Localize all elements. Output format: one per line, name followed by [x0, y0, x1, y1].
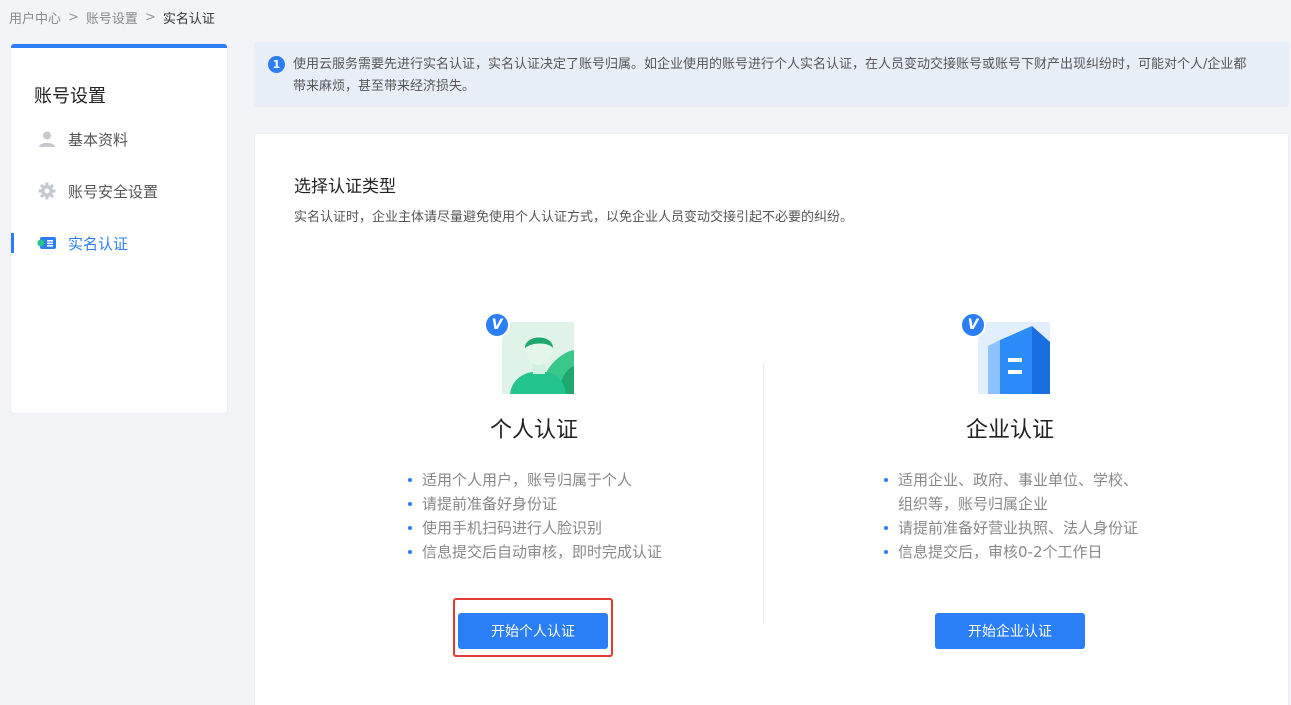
start-personal-verification-button[interactable]: 开始个人认证 — [458, 613, 608, 649]
breadcrumb: 用户中心 > 账号设置 > 实名认证 — [9, 8, 215, 27]
sidebar-accent-bar — [11, 44, 227, 48]
list-item: 信息提交后自动审核，即时完成认证 — [406, 540, 662, 564]
enterprise-title: 企业认证 — [965, 418, 1054, 443]
gear-icon — [37, 181, 57, 201]
sidebar-item-basic-info[interactable]: 基本资料 — [11, 114, 227, 164]
verification-type-card: 选择认证类型 实名认证时，企业主体请尽量避免使用个人认证方式，以免企业人员变动交… — [254, 133, 1289, 705]
info-notice: 1 使用云服务需要先进行实名认证，实名认证决定了账号归属。如企业使用的账号进行个… — [254, 42, 1289, 107]
personal-verification-option: V 个人认证 适用个人用户，账号归属于个人 请提前准备好身份证 使用手机扫码进行… — [364, 312, 704, 564]
verified-badge-icon: V — [484, 312, 510, 338]
breadcrumb-user-center[interactable]: 用户中心 — [9, 8, 61, 27]
breadcrumb-account-settings[interactable]: 账号设置 — [86, 8, 138, 27]
personal-features-list: 适用个人用户，账号归属于个人 请提前准备好身份证 使用手机扫码进行人脸识别 信息… — [406, 468, 662, 564]
list-item: 适用个人用户，账号归属于个人 — [406, 468, 662, 492]
id-card-icon — [37, 233, 57, 253]
info-icon: 1 — [268, 56, 285, 73]
personal-title: 个人认证 — [489, 418, 578, 443]
start-enterprise-verification-button[interactable]: 开始企业认证 — [935, 613, 1085, 649]
list-item: 使用手机扫码进行人脸识别 — [406, 516, 662, 540]
list-item: 适用企业、政府、事业单位、学校、 — [882, 468, 1138, 492]
enterprise-features-list: 适用企业、政府、事业单位、学校、 组织等，账号归属企业 请提前准备好营业执照、法… — [882, 468, 1138, 564]
sidebar-item-label: 账号安全设置 — [68, 182, 159, 201]
option-divider — [763, 364, 764, 624]
user-icon — [37, 129, 57, 149]
section-title: 选择认证类型 — [294, 177, 396, 197]
sidebar-item-security[interactable]: 账号安全设置 — [11, 166, 227, 216]
verified-badge-icon: V — [960, 312, 986, 338]
breadcrumb-current: 实名认证 — [162, 11, 215, 27]
list-item: 请提前准备好身份证 — [406, 492, 662, 516]
sidebar-title: 账号设置 — [34, 86, 106, 107]
sidebar-item-label: 实名认证 — [68, 234, 129, 253]
person-avatar-icon: V — [484, 312, 574, 394]
notice-text: 使用云服务需要先进行实名认证，实名认证决定了账号归属。如企业使用的账号进行个人实… — [293, 57, 1247, 94]
list-item: 请提前准备好营业执照、法人身份证 — [882, 516, 1138, 540]
chevron-right-icon: > — [144, 9, 156, 25]
chevron-right-icon: > — [68, 9, 79, 25]
section-description: 实名认证时，企业主体请尽量避免使用个人认证方式，以免企业人员变动交接引起不必要的… — [294, 210, 854, 225]
list-item: 信息提交后，审核0-2个工作日 — [882, 540, 1138, 564]
sidebar-item-real-name[interactable]: 实名认证 — [11, 218, 227, 268]
sidebar: 账号设置 基本资料 账号安全设置 实名认证 — [10, 43, 228, 414]
building-icon: V — [960, 312, 1050, 394]
list-item: 组织等，账号归属企业 — [897, 495, 1048, 513]
enterprise-verification-option: V 企业认证 适用企业、政府、事业单位、学校、 组织等，账号归属企业 请提前准备… — [840, 312, 1180, 564]
sidebar-item-label: 基本资料 — [68, 130, 129, 149]
